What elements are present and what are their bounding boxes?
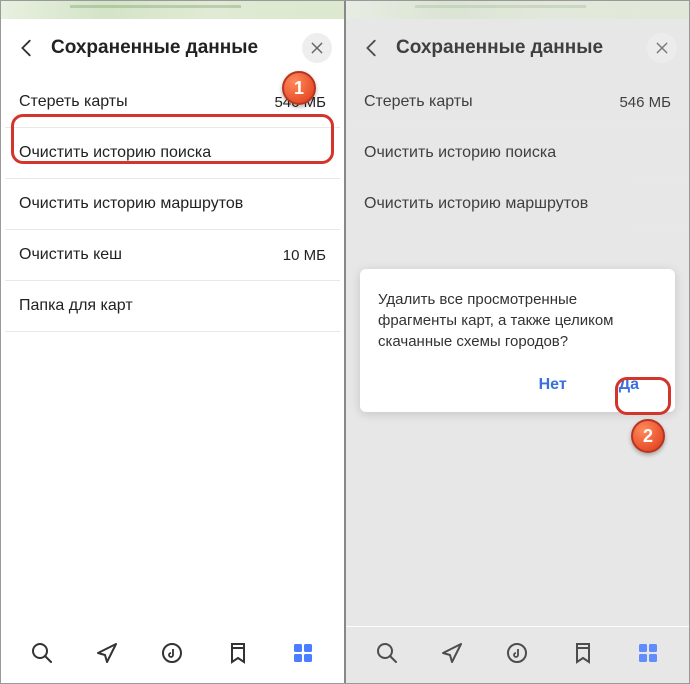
nav-search[interactable]: [26, 637, 58, 669]
back-button[interactable]: [13, 34, 41, 62]
close-button[interactable]: [647, 33, 677, 63]
settings-list: Стереть карты 546 МБ Очистить историю по…: [1, 77, 344, 626]
item-value: 10 МБ: [283, 247, 326, 264]
item-label: Стереть карты: [364, 93, 473, 111]
screen-right: Сохраненные данные Стереть карты 546 МБ …: [346, 1, 689, 683]
grid-icon: [291, 641, 315, 665]
nav-navigate[interactable]: [91, 637, 123, 669]
close-icon: [310, 41, 324, 55]
navigate-icon: [95, 641, 119, 665]
nav-menu[interactable]: [632, 637, 664, 669]
bottom-nav: [1, 626, 344, 683]
dialog-message: Удалить все просмотренные фрагменты карт…: [378, 289, 657, 352]
item-clear-cache[interactable]: Очистить кеш 10 МБ: [5, 230, 340, 281]
bottom-nav: [346, 626, 689, 683]
navigate-icon: [440, 641, 464, 665]
nav-search[interactable]: [371, 637, 403, 669]
item-label: Папка для карт: [19, 297, 133, 315]
header: Сохраненные данные: [346, 19, 689, 77]
item-clear-route-history[interactable]: Очистить историю маршрутов: [5, 179, 340, 230]
arrow-left-icon: [16, 37, 38, 59]
item-clear-search-history[interactable]: Очистить историю поиска: [350, 128, 685, 179]
screen-left: Сохраненные данные Стереть карты 546 МБ …: [1, 1, 346, 683]
map-background-peek: [346, 1, 689, 19]
item-erase-maps[interactable]: Стереть карты 546 МБ: [5, 77, 340, 128]
grid-icon: [636, 641, 660, 665]
item-label: Очистить кеш: [19, 246, 122, 264]
music-icon: [505, 641, 529, 665]
item-label: Очистить историю маршрутов: [19, 195, 243, 213]
back-button[interactable]: [358, 34, 386, 62]
page-title: Сохраненные данные: [51, 37, 292, 59]
item-value: 546 МБ: [274, 94, 326, 111]
music-icon: [160, 641, 184, 665]
item-maps-folder[interactable]: Папка для карт: [5, 281, 340, 332]
nav-bookmarks[interactable]: [222, 637, 254, 669]
nav-navigate[interactable]: [436, 637, 468, 669]
dialog-actions: Нет Да: [378, 368, 657, 402]
search-icon: [30, 641, 54, 665]
dialog-yes-button[interactable]: Да: [605, 368, 653, 402]
header: Сохраненные данные: [1, 19, 344, 77]
page-title: Сохраненные данные: [396, 37, 637, 59]
confirm-dialog: Удалить все просмотренные фрагменты карт…: [360, 269, 675, 412]
item-clear-search-history[interactable]: Очистить историю поиска: [5, 128, 340, 179]
bookmark-icon: [571, 641, 595, 665]
close-button[interactable]: [302, 33, 332, 63]
search-icon: [375, 641, 399, 665]
item-label: Очистить историю поиска: [364, 144, 556, 162]
nav-bookmarks[interactable]: [567, 637, 599, 669]
item-label: Очистить историю поиска: [19, 144, 211, 162]
arrow-left-icon: [361, 37, 383, 59]
nav-menu[interactable]: [287, 637, 319, 669]
bookmark-icon: [226, 641, 250, 665]
item-label: Стереть карты: [19, 93, 128, 111]
map-background-peek: [1, 1, 344, 19]
item-clear-route-history[interactable]: Очистить историю маршрутов: [350, 179, 685, 230]
item-label: Очистить историю маршрутов: [364, 195, 588, 213]
close-icon: [655, 41, 669, 55]
nav-music[interactable]: [501, 637, 533, 669]
item-value: 546 МБ: [619, 94, 671, 111]
nav-music[interactable]: [156, 637, 188, 669]
item-erase-maps[interactable]: Стереть карты 546 МБ: [350, 77, 685, 128]
dialog-no-button[interactable]: Нет: [525, 368, 581, 402]
